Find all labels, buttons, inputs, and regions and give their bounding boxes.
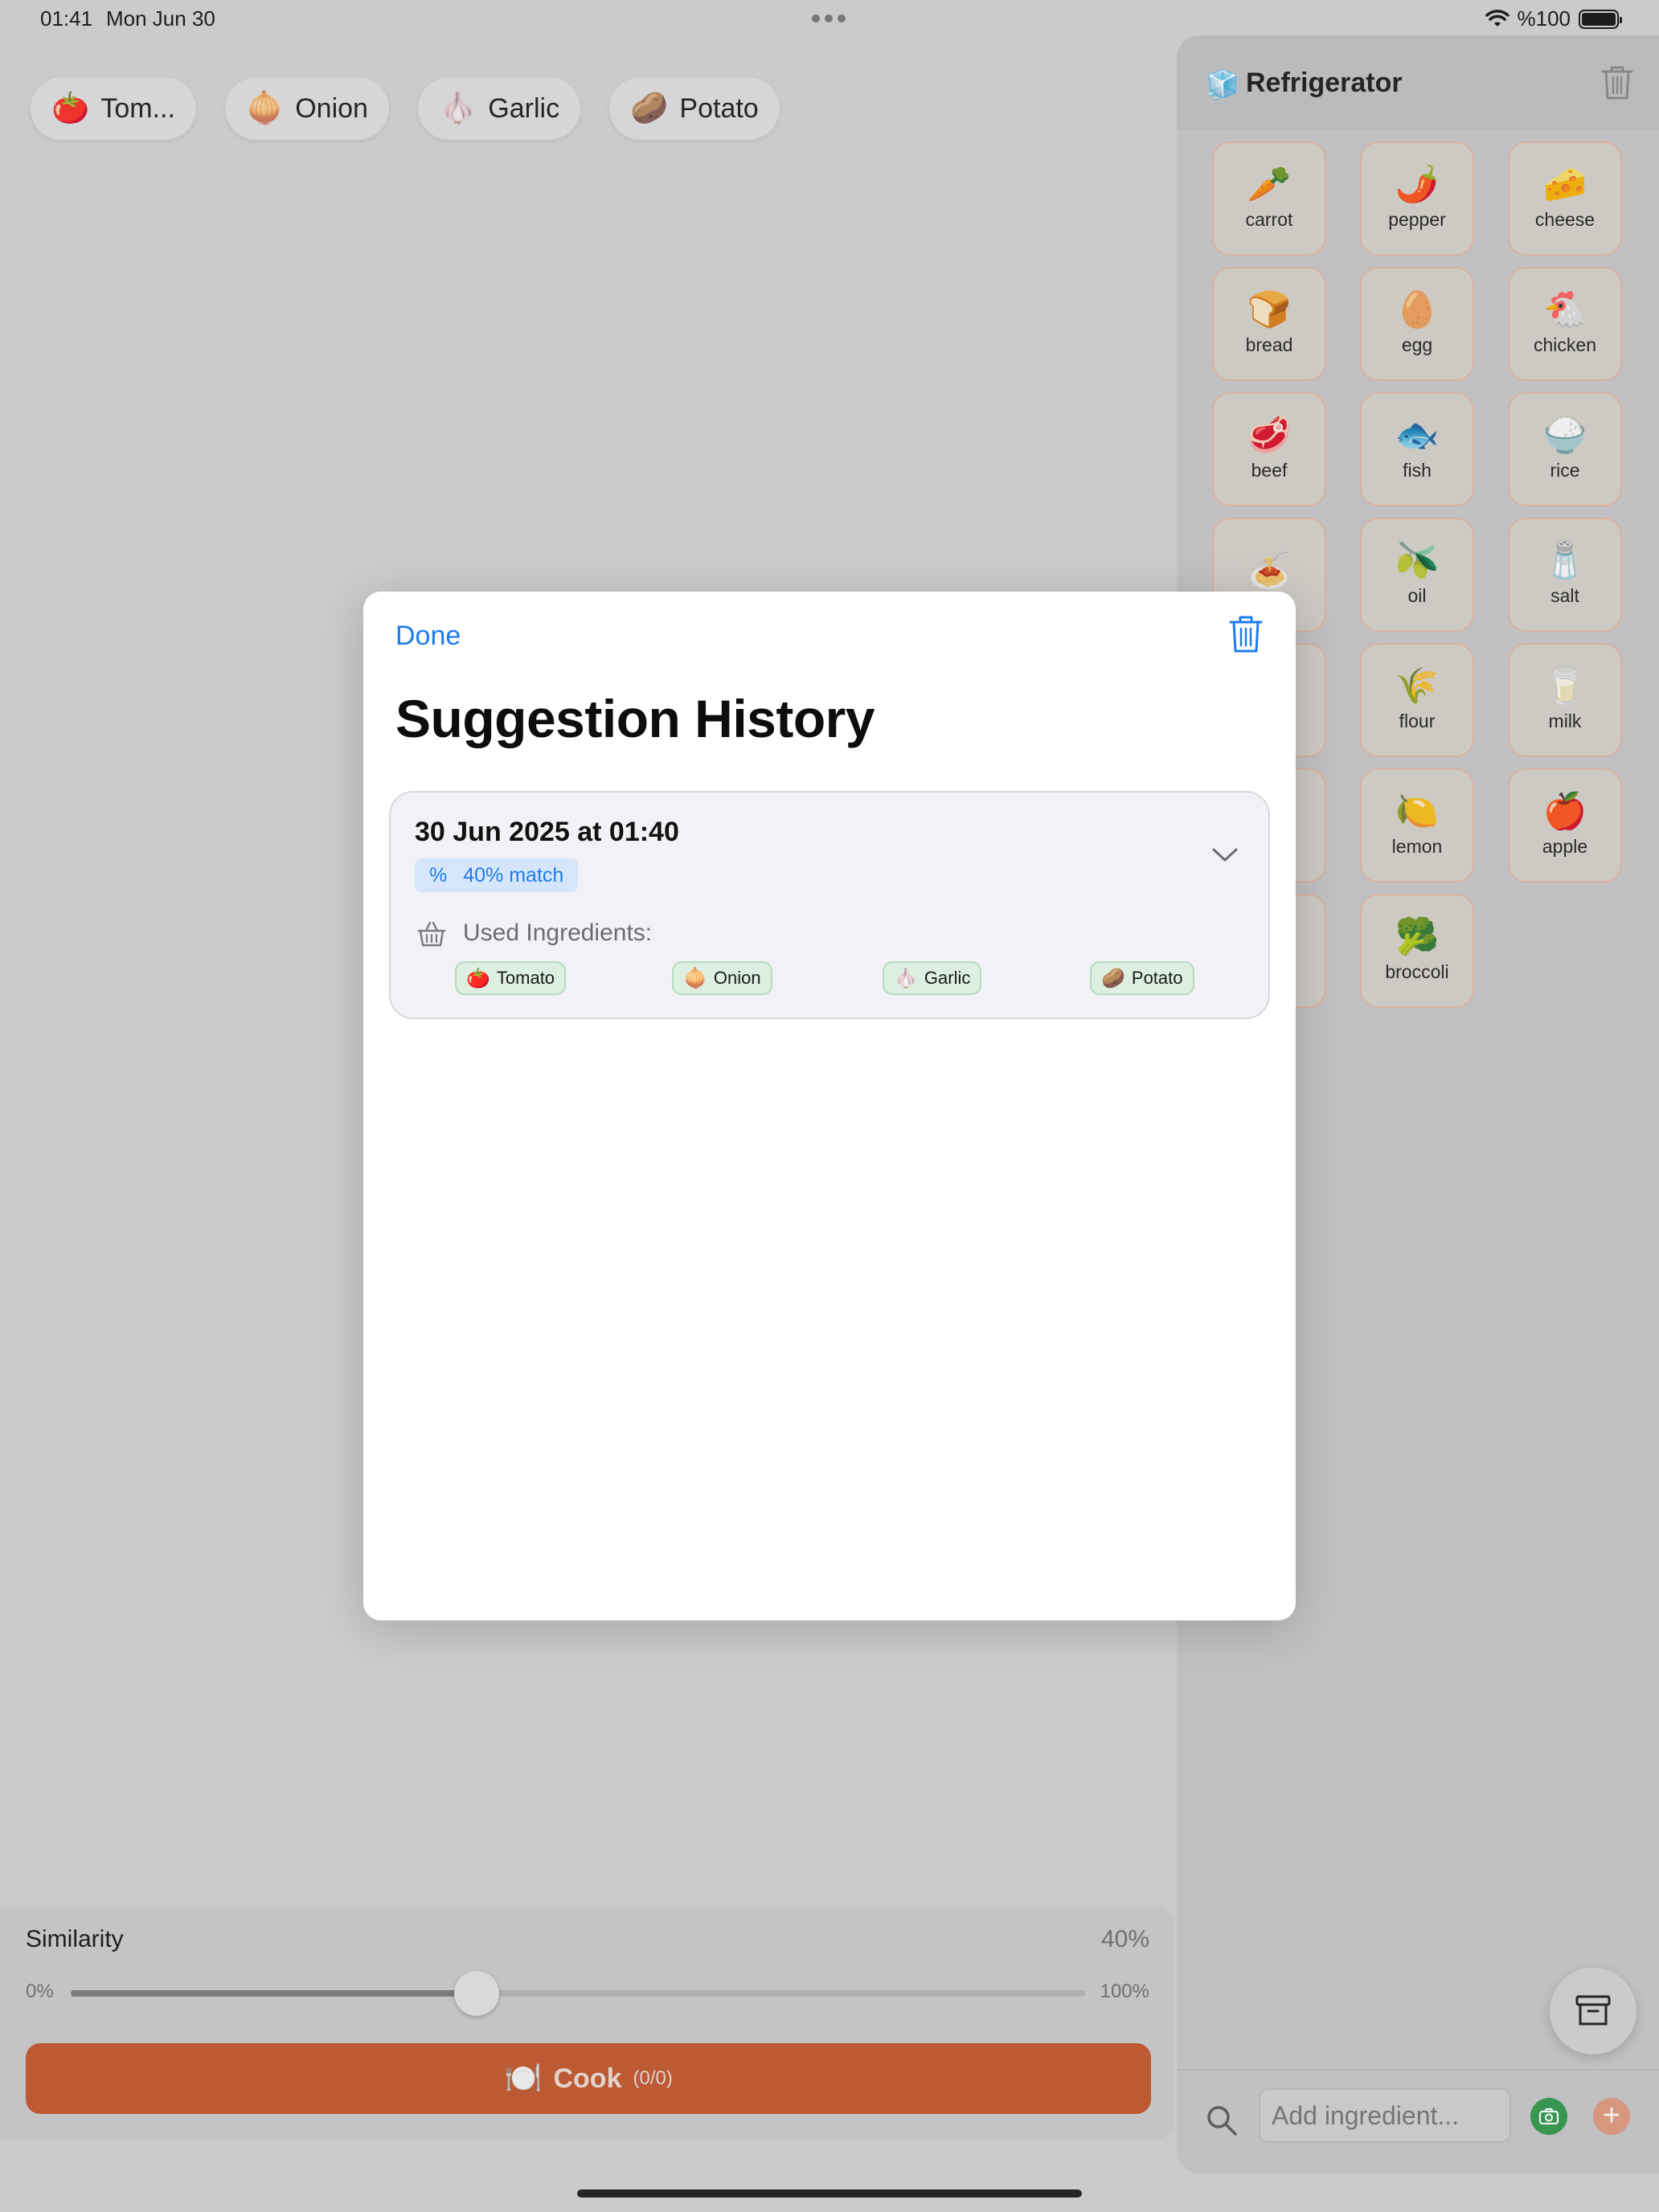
suggestion-history-sheet: Done Suggestion History 30 Jun 2025 at 0… — [363, 592, 1296, 1620]
chevron-down-icon[interactable] — [1209, 842, 1241, 866]
match-badge: % 40% match — [415, 858, 579, 892]
history-entry[interactable]: 30 Jun 2025 at 01:40 % 40% match Used In… — [389, 791, 1270, 1019]
used-ingredients-list: 🍅 Tomato 🧅 Onion 🧄 Garlic 🥔 Potato — [391, 961, 1272, 997]
ingredient-tag-label: Tomato — [496, 968, 555, 988]
garlic-icon: 🧄 — [894, 967, 918, 989]
ingredient-tag-label: Garlic — [924, 968, 971, 988]
match-text: 40% match — [463, 863, 564, 887]
trash-icon[interactable] — [1228, 614, 1264, 654]
onion-icon: 🧅 — [683, 967, 707, 989]
done-button[interactable]: Done — [395, 621, 461, 652]
entry-date: 30 Jun 2025 at 01:40 — [415, 817, 679, 847]
percent-icon: % — [429, 863, 448, 887]
potato-icon: 🥔 — [1101, 967, 1125, 989]
used-ingredients-label: Used Ingredients: — [463, 920, 653, 946]
page-title: Suggestion History — [395, 689, 875, 748]
ingredient-tag-label: Potato — [1131, 968, 1183, 988]
ingredient-tag: 🧄 Garlic — [883, 961, 982, 995]
tomato-icon: 🍅 — [466, 967, 490, 989]
ingredient-tag: 🍅 Tomato — [455, 961, 567, 995]
ingredient-tag-label: Onion — [713, 968, 761, 988]
ingredient-tag: 🧅 Onion — [672, 961, 772, 995]
ingredient-tag: 🥔 Potato — [1090, 961, 1194, 995]
basket-icon — [417, 921, 446, 947]
